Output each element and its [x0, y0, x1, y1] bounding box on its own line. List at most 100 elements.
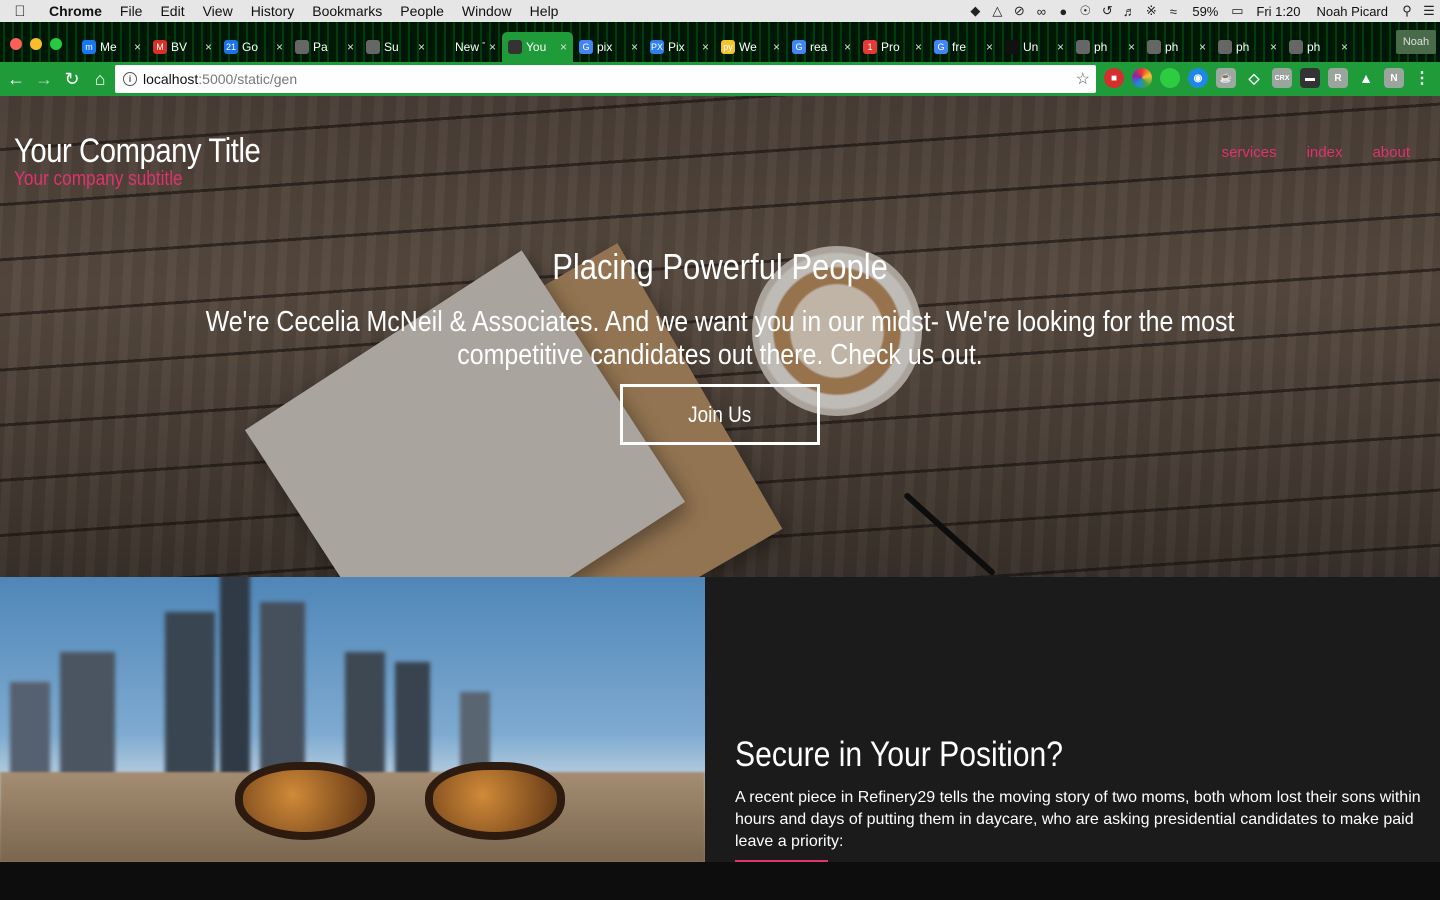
browser-tab[interactable]: M BV ×: [147, 32, 218, 62]
site-title[interactable]: Your Company Title: [14, 132, 261, 171]
clock[interactable]: Fri 1:20: [1248, 4, 1308, 19]
tab-close-icon[interactable]: ×: [844, 40, 851, 54]
drive-icon[interactable]: △: [986, 0, 1008, 22]
minimize-window-button[interactable]: [30, 38, 42, 50]
crx-extension-icon[interactable]: CRX: [1272, 68, 1292, 88]
browser-tab[interactable]: PX Pix ×: [644, 32, 715, 62]
dropbox-icon[interactable]: ◆: [964, 0, 986, 22]
tab-close-icon[interactable]: ×: [134, 40, 141, 54]
tab-close-icon[interactable]: ×: [1128, 40, 1135, 54]
menu-window[interactable]: Window: [453, 3, 521, 19]
n-extension-icon[interactable]: N: [1384, 68, 1404, 88]
tab-close-icon[interactable]: ×: [986, 40, 993, 54]
browser-tab[interactable]: m Me ×: [76, 32, 147, 62]
tab-close-icon[interactable]: ×: [347, 40, 354, 54]
tab-close-icon[interactable]: ×: [276, 40, 283, 54]
browser-tab[interactable]: ph ×: [1283, 32, 1354, 62]
tab-title: Su: [384, 40, 399, 54]
battery-icon[interactable]: ▭: [1226, 0, 1248, 22]
menu-history[interactable]: History: [242, 3, 304, 19]
browser-tab[interactable]: ph ×: [1141, 32, 1212, 62]
tab-close-icon[interactable]: ×: [560, 40, 567, 54]
nav-link-index[interactable]: index: [1307, 144, 1343, 161]
browser-tab[interactable]: Gpix ×: [573, 32, 644, 62]
menu-help[interactable]: Help: [521, 3, 568, 19]
sync-icon[interactable]: ⊘: [1008, 0, 1030, 22]
site-info-icon[interactable]: i: [123, 72, 137, 86]
color-picker-extension-icon[interactable]: [1132, 68, 1152, 88]
terminal-extension-icon[interactable]: ▬: [1300, 68, 1320, 88]
tab-close-icon[interactable]: ×: [489, 40, 496, 54]
r-extension-icon[interactable]: R: [1328, 68, 1348, 88]
accessibility-icon[interactable]: ☉: [1074, 0, 1096, 22]
browser-tab[interactable]: You ×: [502, 32, 573, 62]
tab-close-icon[interactable]: ×: [773, 40, 780, 54]
browser-tab[interactable]: ph ×: [1212, 32, 1283, 62]
zoom-window-button[interactable]: [50, 38, 62, 50]
bookmark-star-icon[interactable]: ☆: [1076, 69, 1090, 89]
menu-edit[interactable]: Edit: [151, 3, 193, 19]
tab-title: Me: [100, 40, 117, 54]
browser-tab[interactable]: Un ×: [999, 32, 1070, 62]
cup-extension-icon[interactable]: ☕: [1216, 68, 1236, 88]
notification-center-icon[interactable]: ☰: [1418, 0, 1440, 22]
green-dot-extension-icon[interactable]: [1160, 68, 1180, 88]
browser-tab[interactable]: py We ×: [715, 32, 786, 62]
menu-app-name[interactable]: Chrome: [40, 3, 111, 19]
nav-link-services[interactable]: services: [1222, 144, 1277, 161]
user-name[interactable]: Noah Picard: [1308, 4, 1396, 19]
back-arrow-icon[interactable]: ←: [2, 65, 30, 93]
url-path: :5000/static/gen: [198, 71, 298, 87]
tab-favicon-icon: PX: [650, 40, 664, 54]
volume-icon[interactable]: ♬: [1118, 0, 1140, 22]
spotlight-search-icon[interactable]: ⚲: [1396, 0, 1418, 22]
window-controls: [0, 38, 76, 62]
browser-tab[interactable]: Pa ×: [289, 32, 360, 62]
join-us-button[interactable]: Join Us: [620, 384, 820, 445]
hero-description: We're Cecelia McNeil & Associates. And w…: [120, 306, 1320, 372]
blue-eye-extension-icon[interactable]: ◉: [1188, 68, 1208, 88]
address-bar[interactable]: i localhost:5000/static/gen ☆: [115, 65, 1096, 93]
menu-people[interactable]: People: [391, 3, 453, 19]
browser-tab[interactable]: 1 Pro ×: [857, 32, 928, 62]
creative-cloud-icon[interactable]: ∞: [1030, 0, 1052, 22]
profile-button[interactable]: Noah: [1396, 30, 1436, 54]
evernote-icon[interactable]: ●: [1052, 0, 1074, 22]
tab-title: Pix: [668, 40, 685, 54]
tab-close-icon[interactable]: ×: [915, 40, 922, 54]
browser-tab[interactable]: ph ×: [1070, 32, 1141, 62]
tab-favicon-icon: M: [153, 40, 167, 54]
home-icon[interactable]: ⌂: [86, 65, 114, 93]
tab-close-icon[interactable]: ×: [631, 40, 638, 54]
wifi-icon[interactable]: ≈: [1162, 0, 1184, 22]
browser-tab[interactable]: Gfre ×: [928, 32, 999, 62]
nav-link-about[interactable]: about: [1372, 144, 1410, 161]
menu-file[interactable]: File: [111, 3, 152, 19]
tab-title: ph: [1236, 40, 1250, 54]
time-machine-icon[interactable]: ↺: [1096, 0, 1118, 22]
close-window-button[interactable]: [10, 38, 22, 50]
tab-close-icon[interactable]: ×: [702, 40, 709, 54]
browser-tab[interactable]: Grea ×: [786, 32, 857, 62]
browser-tab[interactable]: 21 Go ×: [218, 32, 289, 62]
chrome-menu-icon[interactable]: ⋮: [1412, 68, 1432, 88]
tab-close-icon[interactable]: ×: [1199, 40, 1206, 54]
tab-close-icon[interactable]: ×: [1057, 40, 1064, 54]
diamond-extension-icon[interactable]: ◇: [1244, 68, 1264, 88]
bluetooth-icon[interactable]: ※: [1140, 0, 1162, 22]
tab-close-icon[interactable]: ×: [418, 40, 425, 54]
menu-bookmarks[interactable]: Bookmarks: [303, 3, 391, 19]
reload-icon[interactable]: ↻: [58, 65, 86, 93]
tab-close-icon[interactable]: ×: [1341, 40, 1348, 54]
drive-extension-icon[interactable]: ▲: [1356, 68, 1376, 88]
tab-close-icon[interactable]: ×: [1270, 40, 1277, 54]
apple-icon[interactable]: : [0, 3, 40, 20]
sunglasses-city-photo: [0, 577, 705, 862]
browser-tab[interactable]: New T ×: [431, 32, 502, 62]
join-us-label: Join Us: [688, 401, 752, 427]
forward-arrow-icon[interactable]: →: [30, 65, 58, 93]
menu-view[interactable]: View: [194, 3, 242, 19]
tab-close-icon[interactable]: ×: [205, 40, 212, 54]
adblock-extension-icon[interactable]: ■: [1104, 68, 1124, 88]
browser-tab[interactable]: Su ×: [360, 32, 431, 62]
